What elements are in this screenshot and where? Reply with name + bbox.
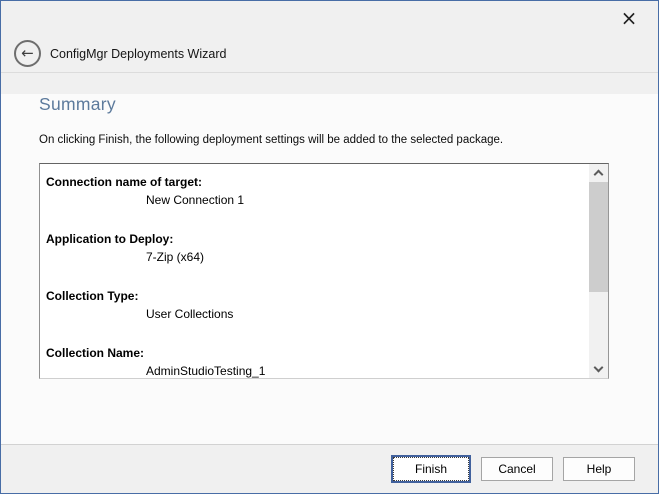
wizard-title: ConfigMgr Deployments Wizard [50,47,226,61]
page-description: On clicking Finish, the following deploy… [39,134,620,146]
page-body: Summary On clicking Finish, the followin… [1,94,658,466]
back-button[interactable]: ← [14,40,41,67]
finish-button-label: Finish [394,458,468,480]
close-icon: × [621,6,638,30]
close-button[interactable]: × [614,5,644,31]
scrollbar-thumb[interactable] [589,182,608,292]
back-arrow-icon: ← [21,46,34,61]
title-bar: × [1,1,658,35]
summary-value: New Connection 1 [46,191,589,209]
scroll-down-button[interactable] [589,361,608,378]
wizard-window: × ← ConfigMgr Deployments Wizard Summary… [0,0,659,494]
wizard-header: ← ConfigMgr Deployments Wizard [1,35,658,73]
chevron-down-icon [594,363,604,373]
summary-label: Collection Type: [46,287,589,305]
scrollbar-track[interactable] [589,181,608,361]
summary-label: Application to Deploy: [46,230,589,248]
footer-bar: Finish Cancel Help [1,444,658,493]
summary-label: Collection Name: [46,344,589,362]
summary-item-collection-name: Collection Name: AdminStudioTesting_1 [46,344,589,378]
summary-label: Connection name of target: [46,173,589,191]
cancel-button[interactable]: Cancel [481,457,553,481]
scroll-up-button[interactable] [589,164,608,181]
summary-value: User Collections [46,305,589,323]
summary-value: AdminStudioTesting_1 [46,362,589,378]
summary-value: 7-Zip (x64) [46,248,589,266]
summary-item-application: Application to Deploy: 7-Zip (x64) [46,230,589,266]
vertical-scrollbar[interactable] [589,164,608,378]
help-button[interactable]: Help [563,457,635,481]
summary-item-collection-type: Collection Type: User Collections [46,287,589,323]
summary-content: Connection name of target: New Connectio… [40,164,589,378]
chevron-up-icon [594,170,604,180]
summary-item-connection: Connection name of target: New Connectio… [46,173,589,209]
finish-button[interactable]: Finish [391,455,471,483]
page-title: Summary [39,94,620,115]
summary-box[interactable]: Connection name of target: New Connectio… [39,163,609,379]
